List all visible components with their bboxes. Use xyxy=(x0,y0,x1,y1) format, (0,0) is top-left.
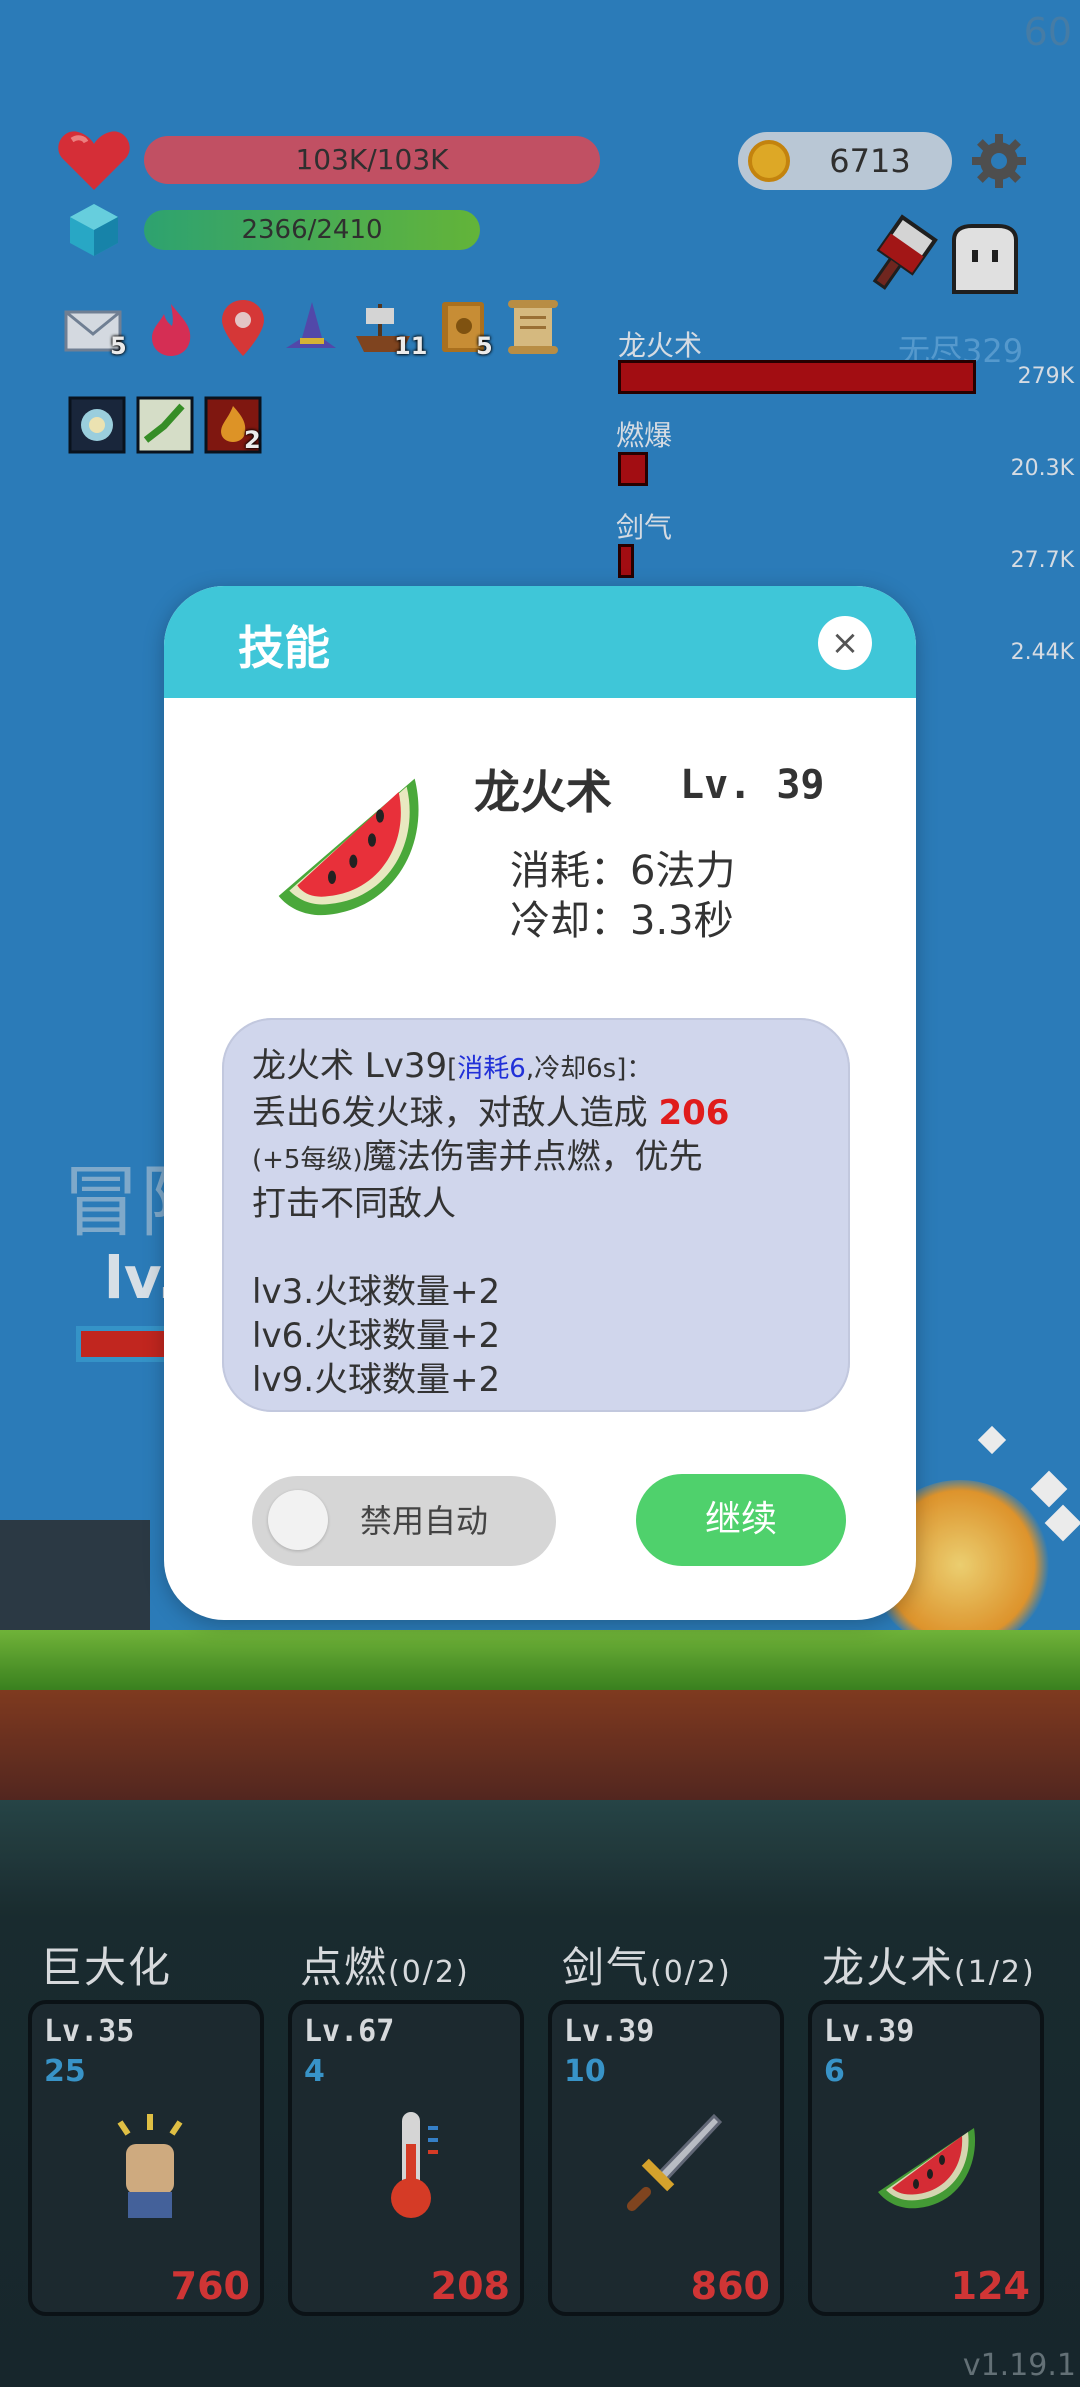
desc-line: 丢出6发火球，对敌人造成 206 xyxy=(252,1093,730,1133)
skill-cooldown-line: 冷却：3.3秒 xyxy=(510,898,734,944)
desc-header: 龙火术 Lv39[消耗6,冷却6s]： xyxy=(252,1046,653,1086)
toggle-label: 禁用自动 xyxy=(360,1502,489,1540)
skill-dialog: 技能 × 龙火术 Lv. 39 消耗：6法力 冷却：3.3秒 龙火术 Lv39[… xyxy=(164,586,916,1620)
dialog-title: 技能 xyxy=(238,621,330,675)
toggle-knob[interactable] xyxy=(268,1490,328,1550)
skill-title: 龙火术 xyxy=(474,765,612,819)
desc-line: 打击不同敌人 xyxy=(252,1184,456,1224)
upgrade-line: lv9.火球数量+2 xyxy=(252,1360,501,1400)
upgrade-line: lv3.火球数量+2 xyxy=(252,1272,501,1312)
continue-button[interactable]: 继续 xyxy=(636,1474,846,1566)
desc-line: (+5每级)魔法伤害并点燃，优先 xyxy=(252,1137,703,1177)
watermelon-icon xyxy=(278,778,419,916)
skill-description: 龙火术 Lv39[消耗6,冷却6s]： 丢出6发火球，对敌人造成 206 (+5… xyxy=(222,1018,850,1412)
close-button[interactable]: × xyxy=(818,616,872,670)
skill-level: Lv. 39 xyxy=(680,762,825,808)
upgrade-line: lv6.火球数量+2 xyxy=(252,1316,501,1356)
